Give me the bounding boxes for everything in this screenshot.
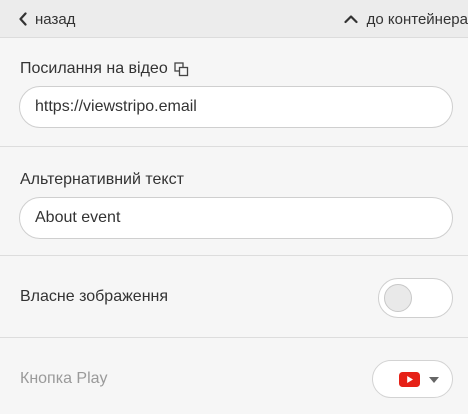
chevron-left-icon [18,12,28,26]
play-button-select[interactable] [372,360,453,398]
back-button[interactable]: назад [18,9,75,29]
video-link-label-row: Посилання на відео [20,60,189,78]
video-link-label: Посилання на відео [20,60,168,77]
alt-text-input[interactable] [19,197,453,239]
top-navigation-bar: назад до контейнера [0,0,468,38]
toggle-knob [384,284,412,312]
youtube-play-icon [399,372,420,387]
own-image-toggle[interactable] [378,278,453,318]
play-button-label: Кнопка Play [20,370,108,387]
own-image-label: Власне зображення [20,288,169,305]
play-button-section: Кнопка Play [0,338,468,414]
copy-link-icon[interactable] [174,61,189,77]
dropdown-caret-icon [429,377,439,383]
alt-text-label: Альтернативний текст [20,171,184,188]
video-link-section: Посилання на відео [0,38,468,147]
alt-text-section: Альтернативний текст [0,147,468,256]
own-image-section: Власне зображення [0,256,468,338]
to-container-label: до контейнера [366,10,468,28]
chevron-up-icon [344,14,358,24]
video-link-input[interactable] [19,86,453,128]
back-button-label: назад [35,10,76,28]
to-container-button[interactable]: до контейнера [344,9,468,29]
